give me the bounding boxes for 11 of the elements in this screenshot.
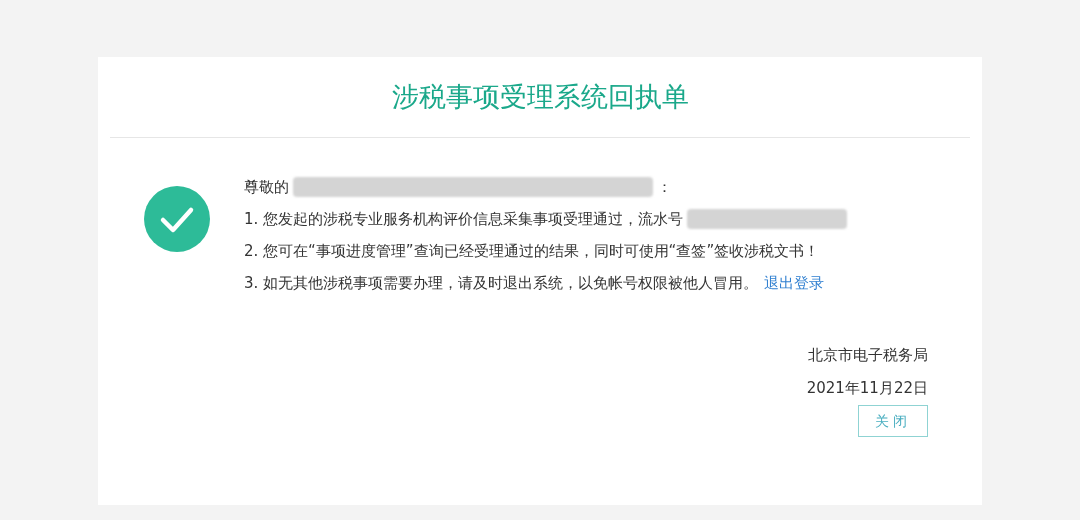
colon-text: ： <box>657 176 672 198</box>
notice-line: 2. 您可在“事项进度管理”查询已经受理通过的结果，同时可使用“查签”签收涉税文书！ <box>244 240 820 262</box>
issuer-name: 北京市电子税务局 <box>808 345 928 366</box>
greeting-text: 尊敬的 <box>244 176 289 198</box>
issue-date: 2021年11月22日 <box>806 377 928 399</box>
notice-line: 1. 您发起的涉税专业服务机构评价信息采集事项受理通过，流水号 <box>244 208 684 230</box>
close-button[interactable]: 关闭 <box>858 405 928 437</box>
logout-link[interactable]: 退出登录 <box>764 271 825 295</box>
notice-line: 3. 如无其他涉税事项需要办理，请及时退出系统，以免帐号权限被他人冒用。 <box>244 272 759 294</box>
receipt-title: 涉税事项受理系统回执单 <box>391 79 689 114</box>
check-circle-icon <box>144 186 210 252</box>
